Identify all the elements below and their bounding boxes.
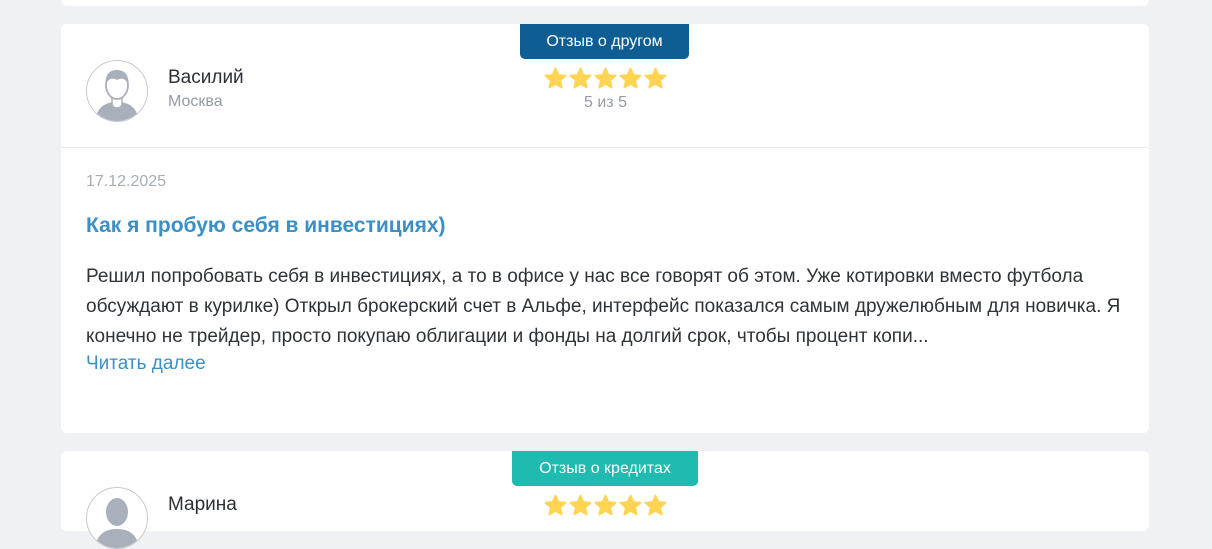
review-category-badge[interactable]: Отзыв о другом xyxy=(520,24,689,59)
author-city: Москва xyxy=(168,93,223,110)
avatar xyxy=(86,487,148,549)
star-icon xyxy=(644,67,667,89)
star-icon xyxy=(544,67,567,89)
star-icon xyxy=(594,494,617,516)
star-icon xyxy=(569,494,592,516)
user-avatar-icon xyxy=(95,70,139,121)
rating-stars xyxy=(543,66,668,91)
previous-review-card xyxy=(61,0,1149,6)
star-icon xyxy=(619,494,642,516)
rating-text: 5 из 5 xyxy=(584,94,627,111)
star-icon xyxy=(619,67,642,89)
star-icon xyxy=(569,67,592,89)
avatar xyxy=(86,60,148,122)
review-card: Отзыв о другом Василий Москва 5 из 5 17.… xyxy=(61,24,1149,433)
star-icon xyxy=(594,67,617,89)
author-name: Василий xyxy=(168,67,244,88)
next-review-card: Отзыв о кредитах Марина xyxy=(61,451,1149,549)
review-title[interactable]: Как я пробую себя в инвестициях) xyxy=(86,214,446,238)
review-text: Решил попробовать себя в инвестициях, а … xyxy=(86,266,1121,347)
user-avatar-icon xyxy=(95,498,139,548)
star-icon xyxy=(644,494,667,516)
rating-stars xyxy=(543,493,668,518)
read-more-link[interactable]: Читать далее xyxy=(86,353,206,375)
divider xyxy=(61,147,1149,148)
star-icon xyxy=(544,494,567,516)
review-date: 17.12.2025 xyxy=(86,173,167,190)
author-name: Марина xyxy=(168,494,237,515)
review-category-badge[interactable]: Отзыв о кредитах xyxy=(512,451,698,486)
